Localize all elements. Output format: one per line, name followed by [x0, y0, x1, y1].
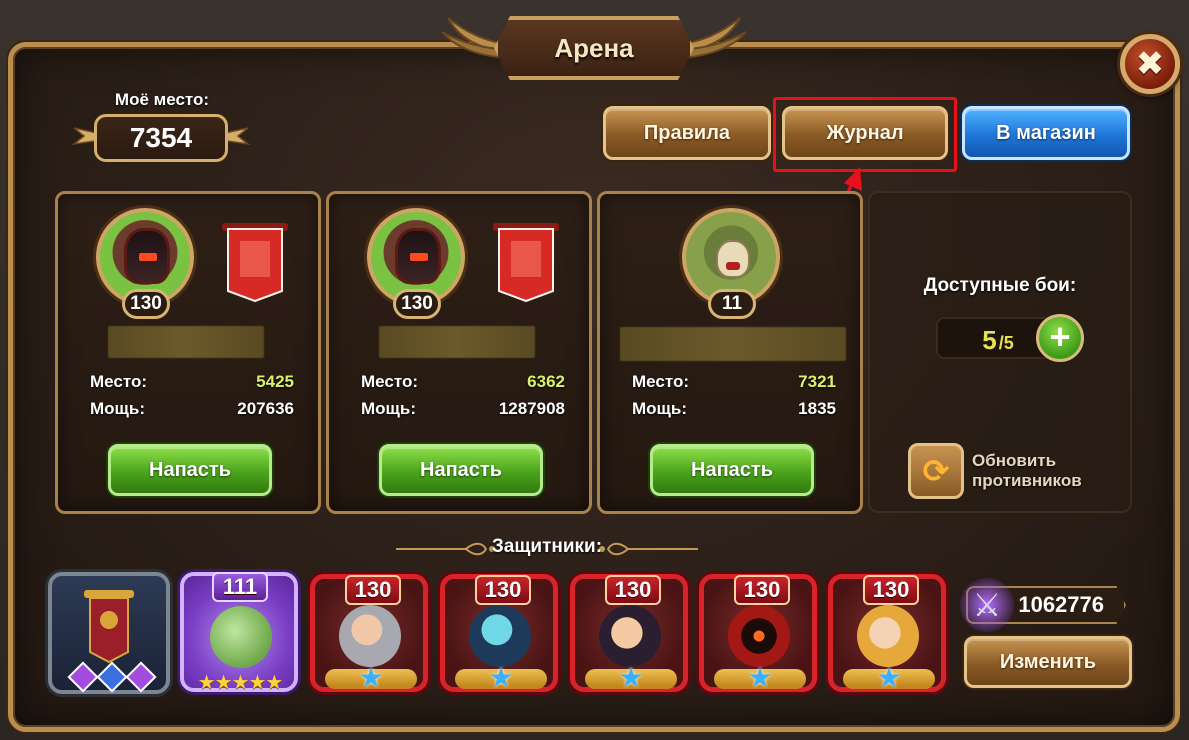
- guild-banner-icon: [222, 223, 288, 303]
- hero-portrait: [469, 605, 531, 667]
- defenders-header: Защитники:: [396, 534, 698, 564]
- power-value: 1835: [798, 399, 836, 418]
- opponent-level: 130: [122, 289, 170, 319]
- pet-stars: ★★★★★: [197, 672, 284, 694]
- power-value: 1287908: [498, 399, 565, 418]
- opponent-card: 11 Место: 7321 Мощь: 1835 Напасть: [597, 191, 863, 514]
- star-icon: ★: [618, 662, 644, 693]
- attack-button[interactable]: Напасть: [108, 444, 272, 496]
- star-icon: ★: [488, 662, 514, 693]
- visor-icon: [410, 253, 428, 261]
- attack-button[interactable]: Напасть: [379, 444, 543, 496]
- rank-value: 7321: [798, 372, 836, 391]
- rank-label: Место:: [632, 372, 689, 391]
- star-icon: ★: [876, 662, 902, 693]
- opponent-name-blurred: [108, 326, 264, 358]
- power-label: Мощь:: [90, 399, 146, 418]
- my-place-value: 7354: [94, 114, 228, 162]
- visor-icon: [139, 253, 157, 261]
- skull-icon: [716, 240, 750, 278]
- defenders-title: Защитники:: [491, 536, 603, 557]
- rank-label: Место:: [90, 372, 147, 391]
- opponent-card: 130 Место: 5425 Мощь: 207636 Напасть: [55, 191, 321, 514]
- hero-slot[interactable]: 130 ★: [828, 574, 946, 693]
- attack-button[interactable]: Напасть: [650, 444, 814, 496]
- hero-portrait: [599, 605, 661, 667]
- change-team-button[interactable]: Изменить: [964, 636, 1132, 688]
- rank-value: 5425: [256, 372, 294, 391]
- helmet-icon: [395, 228, 441, 284]
- opponent-card: 130 Место: 6362 Мощь: 1287908 Напасть: [326, 191, 592, 514]
- rank-label: Место:: [361, 372, 418, 391]
- hero-slot[interactable]: 130 ★: [570, 574, 688, 693]
- page-title: Арена: [554, 32, 634, 63]
- close-icon: ✖: [1135, 45, 1165, 83]
- battles-max: /5: [998, 333, 1014, 353]
- pet-portrait: [210, 606, 272, 668]
- opponent-level: 11: [708, 289, 756, 319]
- pet-slot[interactable]: 111 ★★★★★: [180, 572, 298, 694]
- gem-icon: [96, 661, 128, 693]
- hero-level: 130: [734, 575, 790, 605]
- hero-level: 130: [605, 575, 661, 605]
- battles-current: 5: [982, 325, 997, 355]
- title-frame: Арена: [494, 16, 694, 80]
- banner-gems: [67, 661, 157, 693]
- gem-icon: [67, 661, 99, 693]
- battles-panel: Доступные бои: 5 /5 + ⟳ Обновить противн…: [868, 191, 1132, 513]
- pet-level: 111: [212, 572, 268, 602]
- power-value: 207636: [237, 399, 294, 418]
- gem-icon: [125, 661, 157, 693]
- add-battles-button[interactable]: +: [1036, 314, 1084, 362]
- hero-slot[interactable]: 130 ★: [440, 574, 558, 693]
- opponent-name-blurred: [620, 327, 846, 361]
- hero-portrait: [857, 605, 919, 667]
- mouth-icon: [726, 262, 740, 270]
- hero-portrait: [728, 605, 790, 667]
- crossed-swords-icon: ⚔: [960, 578, 1014, 632]
- rank-value: 6362: [527, 372, 565, 391]
- rules-button[interactable]: Правила: [603, 106, 771, 160]
- hero-slot[interactable]: 130 ★: [699, 574, 817, 693]
- hero-level: 130: [345, 575, 401, 605]
- available-battles-label: Доступные бои:: [923, 275, 1077, 296]
- refresh-opponents-button[interactable]: ⟳: [908, 443, 964, 499]
- plus-icon: +: [1049, 315, 1071, 357]
- refresh-icon: ⟳: [922, 453, 950, 489]
- opponent-name-blurred: [379, 326, 535, 358]
- opponent-level: 130: [393, 289, 441, 319]
- close-button[interactable]: ✖: [1120, 34, 1180, 94]
- star-icon: ★: [747, 662, 773, 693]
- star-icon: ★: [358, 662, 384, 693]
- power-label: Мощь:: [632, 399, 688, 418]
- team-banner-slot[interactable]: [48, 572, 170, 694]
- journal-highlight-annotation: [773, 97, 957, 172]
- helmet-icon: [124, 228, 170, 284]
- my-place-display: 7354: [72, 114, 250, 162]
- hero-level: 130: [475, 575, 531, 605]
- my-place-label: Моё место:: [114, 90, 210, 109]
- hero-slot[interactable]: 130 ★: [310, 574, 428, 693]
- hero-level: 130: [863, 575, 919, 605]
- power-label: Мощь:: [361, 399, 417, 418]
- title-plaque: Арена: [438, 8, 750, 80]
- refresh-opponents-label: Обновить противников: [972, 451, 1082, 490]
- guild-banner-icon: [493, 223, 559, 303]
- banner-icon: [84, 590, 134, 664]
- shop-button[interactable]: В магазин: [962, 106, 1130, 160]
- hero-portrait: [339, 605, 401, 667]
